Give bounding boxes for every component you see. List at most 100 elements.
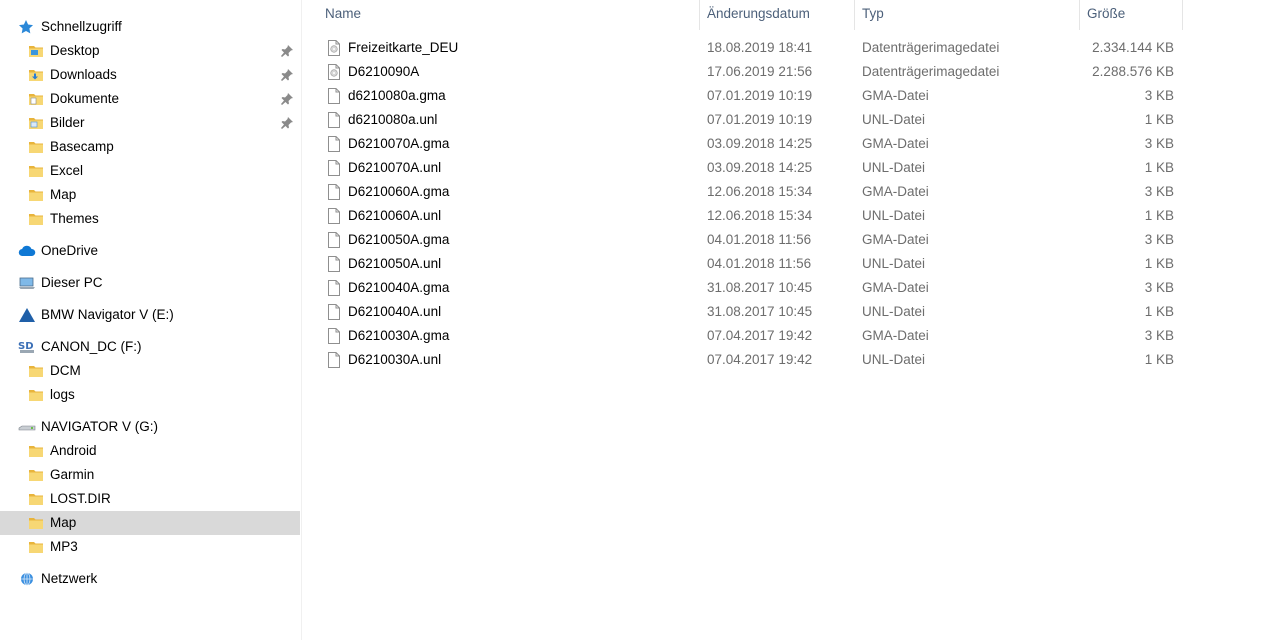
column-divider[interactable] [1079,0,1080,30]
folder-icon [28,539,44,555]
column-divider[interactable] [1182,0,1183,30]
sidebar-item-label: CANON_DC (F:) [41,339,142,354]
sidebar-item-lost-dir[interactable]: LOST.DIR [0,487,300,511]
file-type: UNL-Datei [862,208,926,223]
file-date: 07.01.2019 10:19 [707,88,813,103]
file-type: GMA-Datei [862,136,929,151]
file-row[interactable]: d6210080a.unl 07.01.2019 10:19 UNL-Datei 1 … [303,108,1183,132]
file-name: D6210030A.unl [348,352,442,367]
sidebar-item-label: MP3 [50,539,78,554]
file-row[interactable]: d6210080a.gma 07.01.2019 10:19 GMA-Datei 3 … [303,84,1183,108]
file-type: GMA-Datei [862,184,929,199]
column-header-size[interactable]: Größe [1087,0,1125,30]
file-row[interactable]: D6210070A.gma 03.09.2018 14:25 GMA-Datei 3 … [303,132,1183,156]
file-date: 07.04.2017 19:42 [707,328,813,343]
sidebar-item-dieser-pc[interactable]: Dieser PC [0,271,300,295]
pin-icon [280,68,294,82]
file-name: D6210040A.gma [348,280,450,295]
sidebar-item-themes[interactable]: Themes [0,207,300,231]
file-size: 3 KB [1144,280,1174,295]
sidebar-item-bilder[interactable]: Bilder [0,111,300,135]
file-icon [327,280,341,296]
file-size: 1 KB [1144,352,1174,367]
sidebar-item-label: logs [50,387,75,402]
file-date: 12.06.2018 15:34 [707,184,813,199]
column-header-name[interactable]: Name [325,0,361,30]
file-size: 3 KB [1144,328,1174,343]
desktop-folder-icon [28,43,44,59]
navigation-pane: Schnellzugriff Desktop Downloads Dokumente B… [0,0,302,640]
file-row[interactable]: D6210050A.unl 04.01.2018 11:56 UNL-Datei 1 … [303,252,1183,276]
file-type: GMA-Datei [862,280,929,295]
sidebar-item-label: Schnellzugriff [41,19,122,34]
column-header-type[interactable]: Typ [862,0,884,30]
file-type: GMA-Datei [862,328,929,343]
file-name: Freizeitkarte_DEU [348,40,459,55]
sidebar-item-map[interactable]: Map [0,511,300,535]
sidebar-item-schnellzugriff[interactable]: Schnellzugriff [0,15,300,39]
file-icon [327,112,341,128]
file-row[interactable]: Freizeitkarte_DEU 18.08.2019 18:41 Datentr… [303,36,1183,60]
sidebar-item-desktop[interactable]: Desktop [0,39,300,63]
sidebar-item-excel[interactable]: Excel [0,159,300,183]
folder-icon [28,139,44,155]
sidebar-item-map[interactable]: Map [0,183,300,207]
file-size: 2.334.144 KB [1092,40,1174,55]
file-date: 17.06.2019 21:56 [707,64,813,79]
sidebar-item-bmw-navigator-v-e[interactable]: BMW Navigator V (E:) [0,303,300,327]
file-row[interactable]: D6210030A.unl 07.04.2017 19:42 UNL-Datei 1 … [303,348,1183,372]
sidebar-item-garmin[interactable]: Garmin [0,463,300,487]
sidebar-item-dcm[interactable]: DCM [0,359,300,383]
file-icon [327,88,341,104]
sidebar-item-navigator-v-g[interactable]: NAVIGATOR V (G:) [0,415,300,439]
column-header: Name Änderungsdatum Typ Größe [303,0,1183,30]
downloads-folder-icon [28,67,44,83]
sidebar-item-label: Downloads [50,67,117,82]
sidebar-item-label: DCM [50,363,81,378]
sidebar-item-downloads[interactable]: Downloads [0,63,300,87]
file-size: 3 KB [1144,184,1174,199]
file-type: Datenträgerimagedatei [862,64,1000,79]
file-row[interactable]: D6210060A.unl 12.06.2018 15:34 UNL-Datei 1 … [303,204,1183,228]
sidebar-item-dokumente[interactable]: Dokumente [0,87,300,111]
sidebar-item-label: BMW Navigator V (E:) [41,307,174,322]
sidebar-item-logs[interactable]: logs [0,383,300,407]
documents-folder-icon [28,91,44,107]
column-divider[interactable] [699,0,700,30]
file-icon [327,208,341,224]
file-row[interactable]: D6210060A.gma 12.06.2018 15:34 GMA-Datei 3 … [303,180,1183,204]
file-row[interactable]: D6210040A.unl 31.08.2017 10:45 UNL-Datei 1 … [303,300,1183,324]
computer-icon [18,275,35,291]
file-size: 3 KB [1144,88,1174,103]
file-row[interactable]: D6210030A.gma 07.04.2017 19:42 GMA-Datei 3 … [303,324,1183,348]
usb-drive-icon [18,419,36,435]
sidebar-item-canon-dc-f[interactable]: SD CANON_DC (F:) [0,335,300,359]
file-type: GMA-Datei [862,88,929,103]
file-row[interactable]: D6210070A.unl 03.09.2018 14:25 UNL-Datei 1 … [303,156,1183,180]
sidebar-item-android[interactable]: Android [0,439,300,463]
folder-icon [28,467,44,483]
file-row[interactable]: D6210050A.gma 04.01.2018 11:56 GMA-Datei 3 … [303,228,1183,252]
column-header-date[interactable]: Änderungsdatum [707,0,810,30]
file-row[interactable]: D6210090A 17.06.2019 21:56 Datenträgerimag… [303,60,1183,84]
file-row[interactable]: D6210040A.gma 31.08.2017 10:45 GMA-Datei 3 … [303,276,1183,300]
sidebar-item-basecamp[interactable]: Basecamp [0,135,300,159]
sidebar-item-label: Map [50,515,77,530]
pin-icon [280,92,294,106]
sidebar-item-label: Desktop [50,43,100,58]
column-divider[interactable] [854,0,855,30]
sidebar-item-onedrive[interactable]: OneDrive [0,239,300,263]
file-date: 04.01.2018 11:56 [707,232,812,247]
sidebar-item-netzwerk[interactable]: Netzwerk [0,567,300,591]
file-type: UNL-Datei [862,112,926,127]
file-size: 3 KB [1144,136,1174,151]
file-icon [327,352,341,368]
sidebar-item-mp3[interactable]: MP3 [0,535,300,559]
folder-icon [28,443,44,459]
folder-icon [28,211,44,227]
file-size: 1 KB [1144,208,1174,223]
file-size: 3 KB [1144,232,1174,247]
sidebar-item-label: NAVIGATOR V (G:) [41,419,159,434]
sidebar-item-label: Themes [50,211,99,226]
file-date: 07.01.2019 10:19 [707,112,813,127]
